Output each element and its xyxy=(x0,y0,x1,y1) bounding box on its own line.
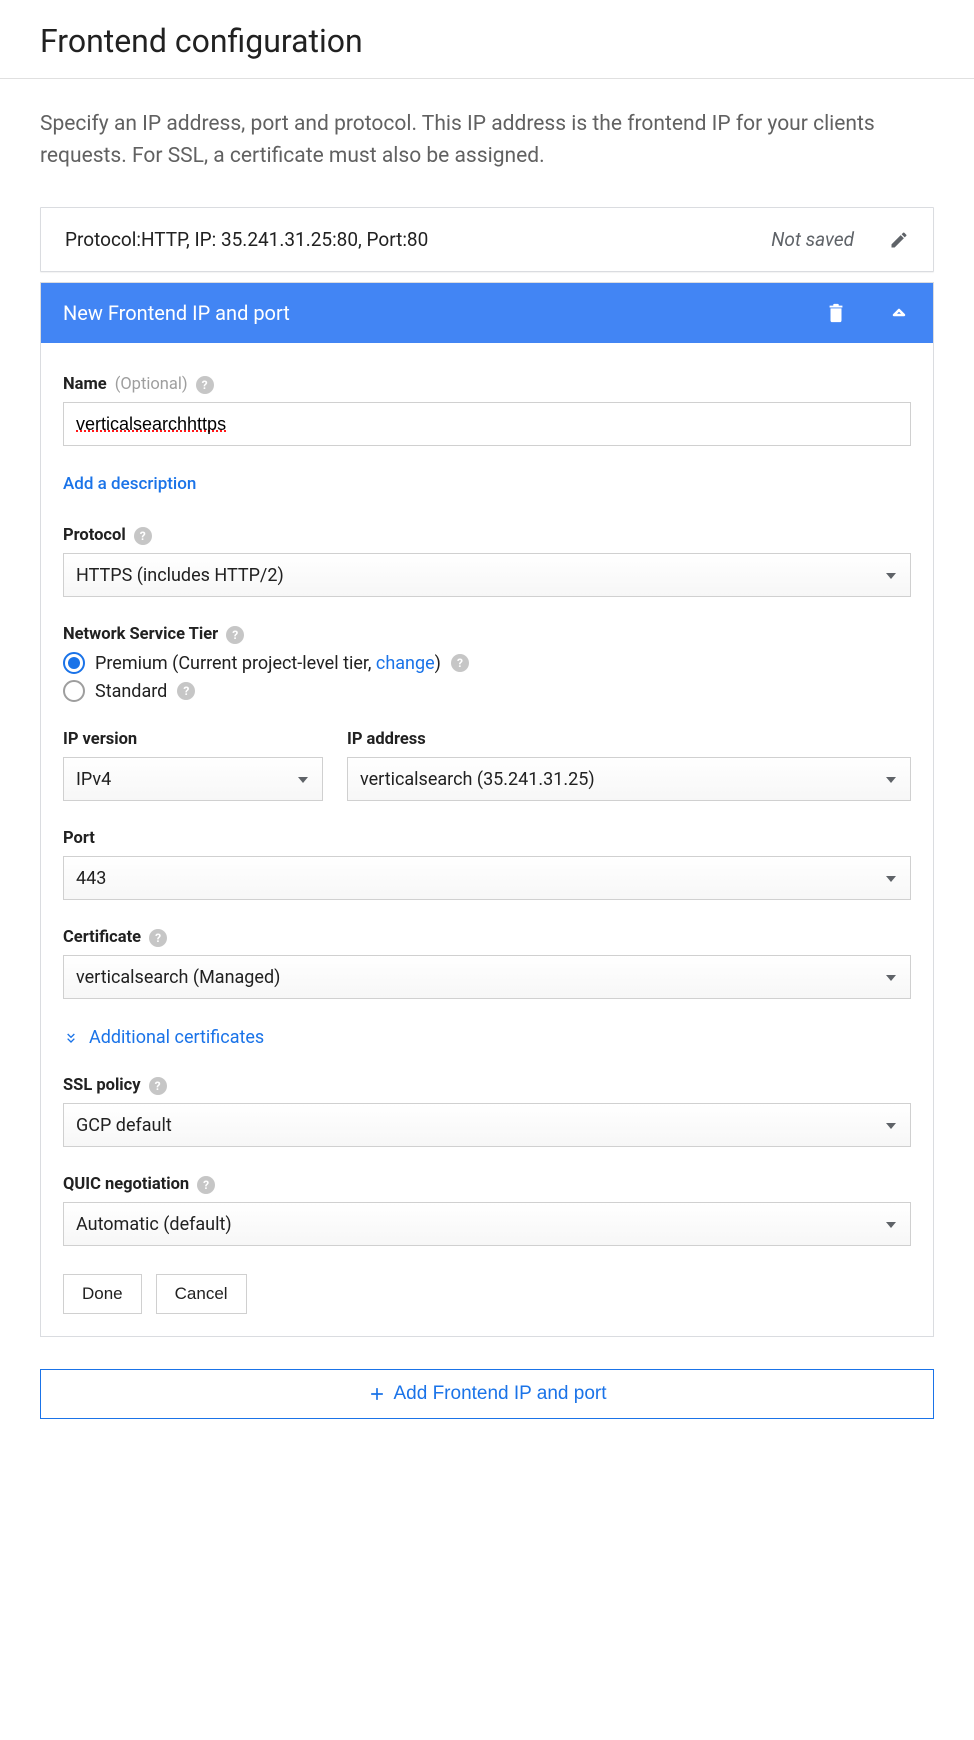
double-chevron-down-icon xyxy=(63,1030,79,1046)
ip-address-label: IP address xyxy=(347,730,911,749)
help-icon[interactable]: ? xyxy=(196,376,214,394)
edit-icon[interactable] xyxy=(889,230,909,250)
help-icon[interactable]: ? xyxy=(226,626,244,644)
quic-label-text: QUIC negotiation xyxy=(63,1175,189,1194)
expand-header-title: New Frontend IP and port xyxy=(63,301,290,325)
delete-icon[interactable] xyxy=(825,302,847,324)
add-description-link[interactable]: Add a description xyxy=(63,474,196,494)
name-input[interactable] xyxy=(63,402,911,446)
help-icon[interactable]: ? xyxy=(197,1176,215,1194)
premium-radio[interactable] xyxy=(63,652,85,674)
ip-version-label: IP version xyxy=(63,730,323,749)
ip-version-label-text: IP version xyxy=(63,730,137,749)
add-frontend-button[interactable]: Add Frontend IP and port xyxy=(40,1369,934,1419)
help-icon[interactable]: ? xyxy=(177,682,195,700)
quic-label: QUIC negotiation ? xyxy=(63,1175,911,1194)
protocol-value: HTTPS (includes HTTP/2) xyxy=(76,565,284,586)
frontend-summary: Protocol:HTTP, IP: 35.241.31.25:80, Port… xyxy=(65,228,428,251)
cancel-button[interactable]: Cancel xyxy=(156,1274,247,1314)
help-icon[interactable]: ? xyxy=(149,1077,167,1095)
quic-value: Automatic (default) xyxy=(76,1214,232,1235)
ssl-policy-select[interactable]: GCP default xyxy=(63,1103,911,1147)
page-title: Frontend configuration xyxy=(0,0,974,79)
certificate-select[interactable]: verticalsearch (Managed) xyxy=(63,955,911,999)
network-tier-label: Network Service Tier ? xyxy=(63,625,911,644)
help-icon[interactable]: ? xyxy=(134,527,152,545)
certificate-label: Certificate ? xyxy=(63,928,911,947)
additional-certs-text: Additional certificates xyxy=(89,1027,264,1048)
ip-address-select[interactable]: verticalsearch (35.241.31.25) xyxy=(347,757,911,801)
new-frontend-card: New Frontend IP and port Name (Optional)… xyxy=(40,282,934,1337)
quic-select[interactable]: Automatic (default) xyxy=(63,1202,911,1246)
standard-radio[interactable] xyxy=(63,680,85,702)
name-label: Name (Optional) ? xyxy=(63,375,911,394)
port-label: Port xyxy=(63,829,911,848)
change-tier-link[interactable]: change xyxy=(376,653,435,674)
description-text: Specify an IP address, port and protocol… xyxy=(40,109,934,172)
frontend-saved-card[interactable]: Protocol:HTTP, IP: 35.241.31.25:80, Port… xyxy=(40,207,934,272)
done-button[interactable]: Done xyxy=(63,1274,142,1314)
premium-radio-row[interactable]: Premium (Current project-level tier, cha… xyxy=(63,652,911,674)
ssl-policy-value: GCP default xyxy=(76,1115,172,1136)
standard-label: Standard xyxy=(95,681,167,702)
port-label-text: Port xyxy=(63,829,95,848)
ip-version-select[interactable]: IPv4 xyxy=(63,757,323,801)
certificate-label-text: Certificate xyxy=(63,928,141,947)
network-tier-label-text: Network Service Tier xyxy=(63,625,218,644)
port-select[interactable]: 443 xyxy=(63,856,911,900)
name-optional-text: (Optional) xyxy=(115,375,188,394)
protocol-label-text: Protocol xyxy=(63,526,126,545)
premium-suffix: ) xyxy=(435,653,441,674)
ip-version-value: IPv4 xyxy=(76,769,111,790)
ip-address-label-text: IP address xyxy=(347,730,426,749)
protocol-select[interactable]: HTTPS (includes HTTP/2) xyxy=(63,553,911,597)
plus-icon xyxy=(367,1384,387,1404)
help-icon[interactable]: ? xyxy=(451,654,469,672)
expand-header[interactable]: New Frontend IP and port xyxy=(41,283,933,343)
chevron-up-icon[interactable] xyxy=(887,301,911,325)
frontend-status: Not saved xyxy=(771,228,854,251)
ssl-policy-label-text: SSL policy xyxy=(63,1076,141,1095)
add-frontend-label: Add Frontend IP and port xyxy=(393,1383,606,1405)
protocol-label: Protocol ? xyxy=(63,526,911,545)
standard-radio-row[interactable]: Standard ? xyxy=(63,680,911,702)
ssl-policy-label: SSL policy ? xyxy=(63,1076,911,1095)
name-label-text: Name xyxy=(63,375,107,394)
ip-address-value: verticalsearch (35.241.31.25) xyxy=(360,769,595,790)
additional-certificates-link[interactable]: Additional certificates xyxy=(63,1027,911,1048)
port-value: 443 xyxy=(76,868,106,889)
premium-prefix: Premium (Current project-level tier, xyxy=(95,653,376,674)
certificate-value: verticalsearch (Managed) xyxy=(76,967,280,988)
help-icon[interactable]: ? xyxy=(149,929,167,947)
